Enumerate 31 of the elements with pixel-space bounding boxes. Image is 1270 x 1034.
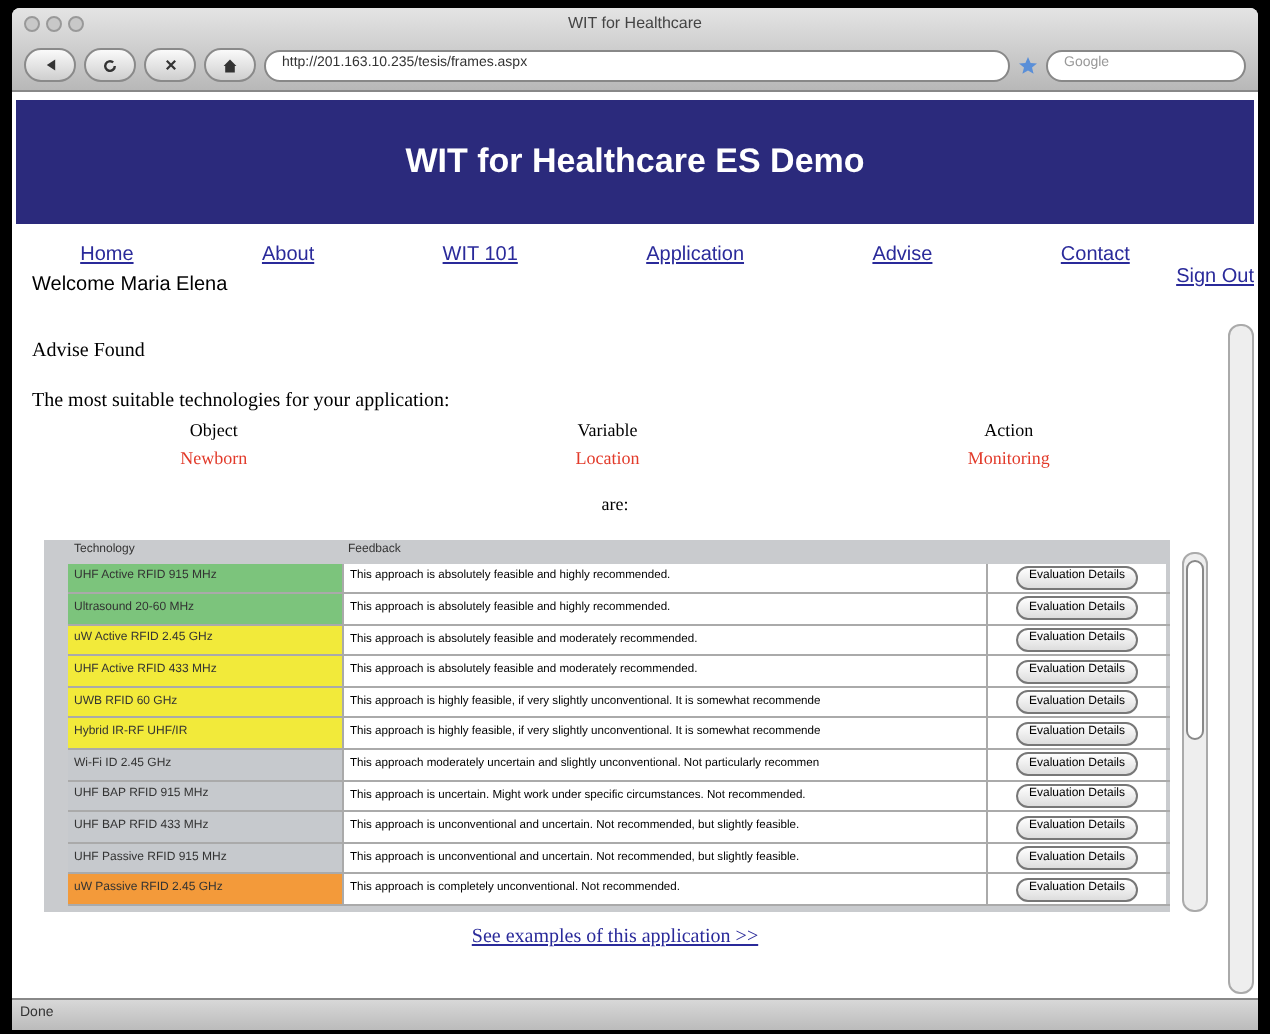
examples-link[interactable]: See examples of this application >> [471, 921, 759, 951]
star-icon[interactable] [1018, 55, 1038, 75]
reload-button[interactable] [84, 48, 136, 82]
home-icon [222, 57, 238, 73]
banner-title: WIT for Healthcare ES Demo [405, 140, 865, 185]
are-text: are: [601, 492, 629, 518]
criterion-label: Variable [577, 418, 638, 444]
criterion-label: Object [189, 418, 238, 444]
criterion-label: Action [984, 418, 1034, 444]
welcome-text: Welcome Maria Elena [32, 272, 228, 300]
reload-icon [102, 57, 118, 73]
back-arrow-icon [43, 58, 57, 72]
advise-heading: Advise Found [32, 338, 147, 366]
intro-text: The most suitable technologies for your application: [32, 388, 452, 416]
table-scrollbar[interactable] [1182, 551, 1208, 911]
nav-link[interactable]: Advise [872, 240, 933, 270]
nav-link[interactable]: WIT 101 [442, 240, 518, 270]
page-scrollbar[interactable] [1228, 324, 1254, 994]
nav-link[interactable]: Application [646, 240, 745, 270]
nav-link[interactable]: Home [80, 240, 134, 270]
sign-out-link[interactable]: Sign Out [1176, 262, 1254, 292]
stop-button[interactable] [144, 48, 196, 82]
home-button[interactable] [204, 48, 256, 82]
criterion-value: Newborn [180, 446, 248, 472]
criterion-value: Monitoring [967, 446, 1050, 472]
back-button[interactable] [24, 48, 76, 82]
window-title: WIT for Healthcare [568, 12, 702, 36]
criterion-value: Location [575, 446, 640, 472]
close-icon [163, 58, 177, 72]
nav-link[interactable]: Contact [1060, 240, 1130, 270]
nav-link[interactable]: About [261, 240, 315, 270]
